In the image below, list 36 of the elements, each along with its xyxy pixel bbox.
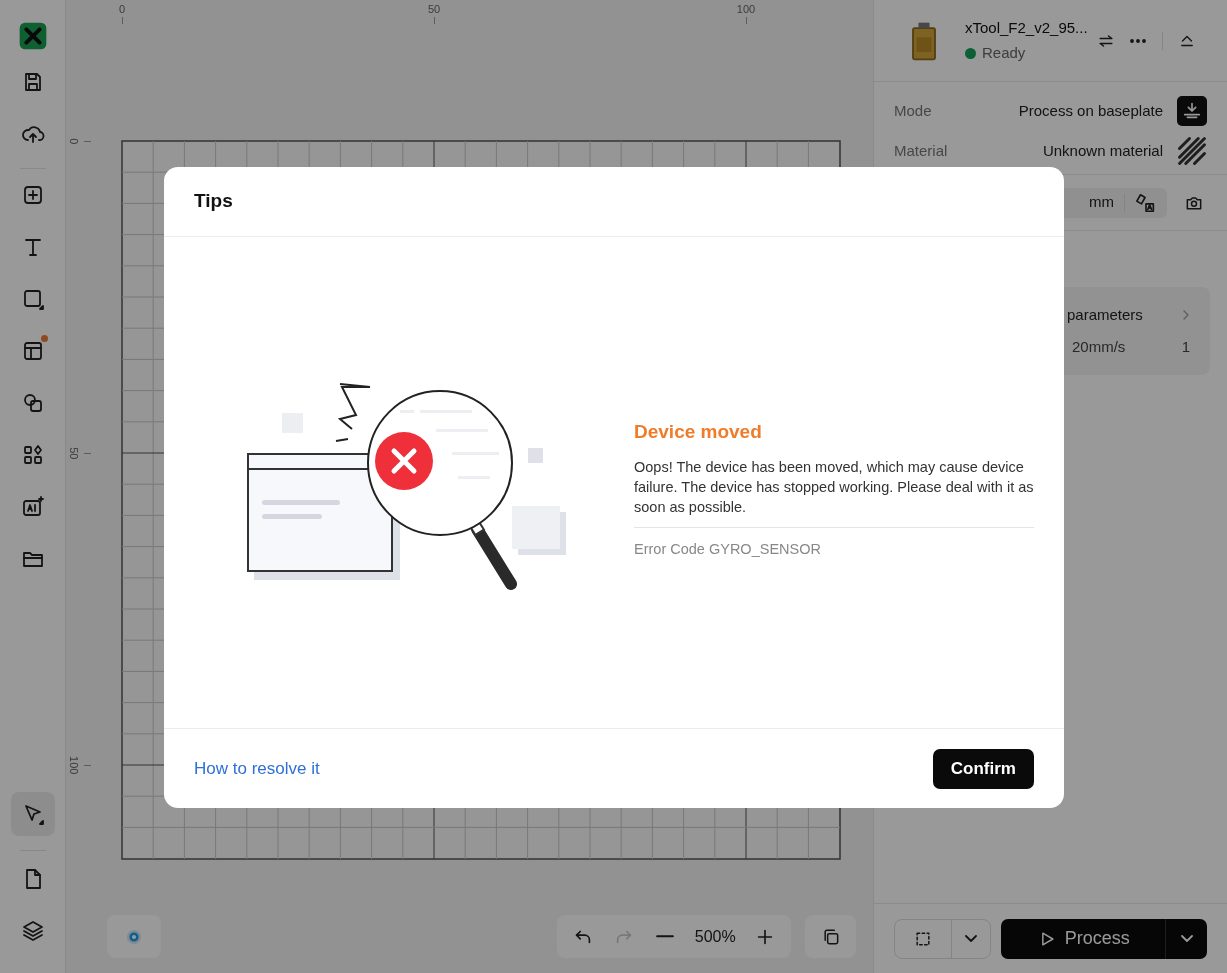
- layers-icon: [20, 919, 45, 943]
- device-name: xTool_F2_v2_95...: [965, 17, 1088, 38]
- error-message: Oops! The device has been moved, which may cause device failure. The device has stopped working. Please deal with it as soon as possible.: [634, 456, 1034, 528]
- tool-button[interactable]: [10, 792, 55, 836]
- ruler-label: 100: [67, 755, 82, 776]
- error-heading: Device moved: [634, 420, 763, 445]
- more-icon: [1130, 38, 1146, 43]
- unit-label: mm: [1089, 192, 1114, 213]
- zoom-level: 500%: [694, 926, 736, 947]
- layer-title: parameters: [1067, 304, 1143, 325]
- ruler-label: 50: [67, 446, 82, 462]
- setting-label: Mode: [894, 100, 932, 121]
- ruler-label: 50: [427, 2, 441, 17]
- dialog-title: Tips: [194, 189, 233, 214]
- ai-icon: [20, 495, 45, 519]
- setting-value: Process on baseplate: [1018, 100, 1163, 121]
- minus-icon: [656, 935, 675, 938]
- measure-icon: [1135, 191, 1157, 214]
- hatched-material-icon: [1177, 136, 1207, 166]
- process-button[interactable]: Process: [1001, 918, 1167, 959]
- setting-button[interactable]: [1177, 96, 1207, 126]
- ruler-label: 0: [67, 137, 82, 147]
- layer-passes: 1: [1181, 337, 1190, 357]
- ruler-label: 0: [118, 2, 126, 17]
- setting-label: Material: [894, 140, 948, 161]
- ruler-label: 100: [736, 2, 756, 17]
- setting-button[interactable]: [1177, 136, 1207, 166]
- device-status: Ready: [982, 43, 1026, 63]
- copy-button[interactable]: [805, 915, 856, 958]
- layer-speed: 20mm/s: [1072, 337, 1126, 357]
- help-link[interactable]: How to resolve it: [194, 755, 320, 782]
- chevron-down-icon: [1180, 935, 1193, 942]
- confirm-button[interactable]: Confirm: [932, 748, 1034, 789]
- chevron-down-icon: [965, 935, 978, 942]
- setting-value: Unknown material: [1042, 140, 1163, 161]
- error-code: Error Code GYRO_SENSOR: [634, 539, 822, 559]
